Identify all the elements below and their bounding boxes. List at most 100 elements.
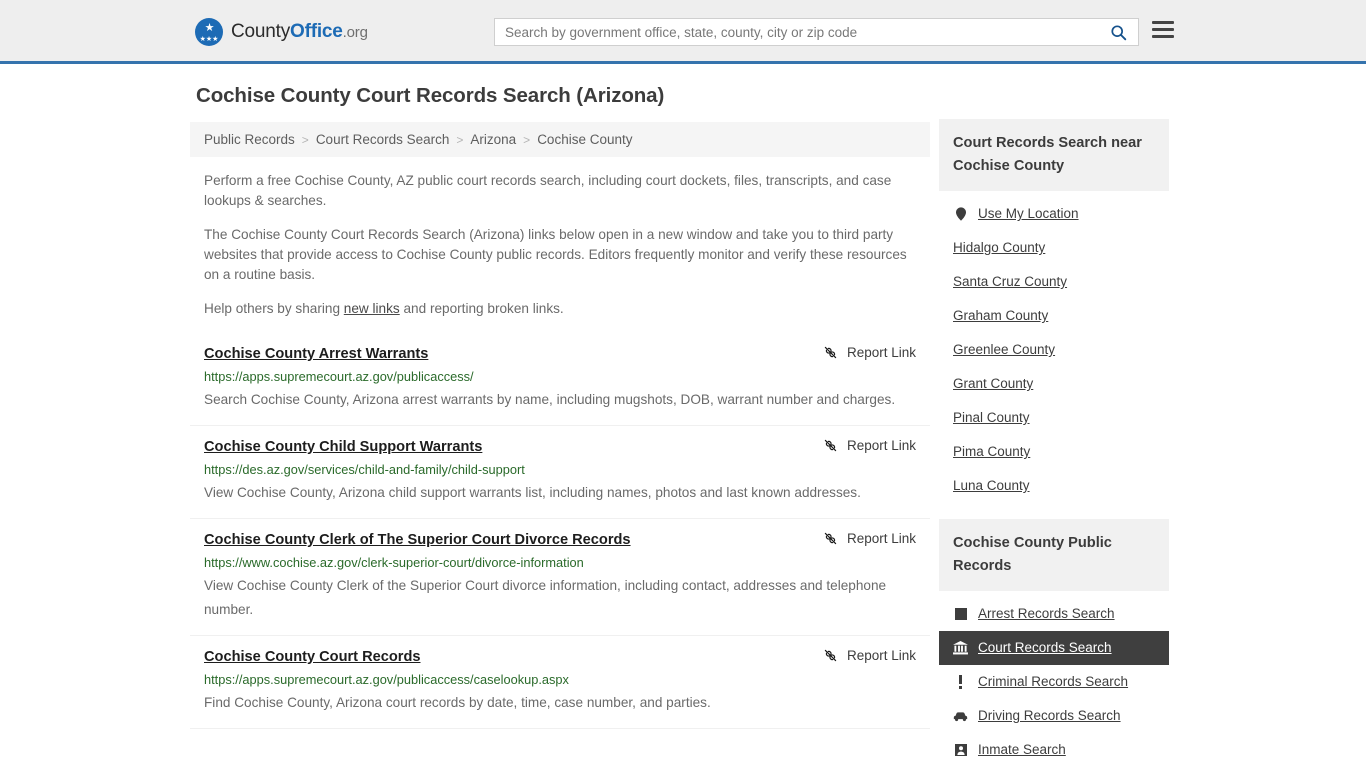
result-url[interactable]: https://www.cochise.az.gov/clerk-superio… (204, 554, 916, 571)
breadcrumb-item-court-records-search[interactable]: Court Records Search (316, 132, 450, 147)
sidebar-item-pinal-county[interactable]: Pinal County (939, 401, 1169, 435)
result-url[interactable]: https://apps.supremecourt.az.gov/publica… (204, 671, 916, 688)
intro-section: Perform a free Cochise County, AZ public… (190, 171, 930, 319)
sidebar-item-driving-records-search[interactable]: Driving Records Search (939, 699, 1169, 733)
result-header: Cochise County Arrest Warrants Report Li… (204, 344, 916, 364)
nearby-panel: Court Records Search near Cochise County… (939, 119, 1169, 503)
sidebar-item-label: Luna County (953, 478, 1030, 493)
eagle-seal-icon: ★ ★★★ (195, 18, 223, 46)
result-description: Search Cochise County, Arizona arrest wa… (204, 392, 896, 407)
breadcrumb-separator: > (301, 132, 309, 147)
inmate-icon (953, 744, 968, 756)
result-url[interactable]: https://apps.supremecourt.az.gov/publica… (204, 368, 916, 385)
result-description: View Cochise County, Arizona child suppo… (204, 485, 861, 500)
breadcrumb-item-cochise-county[interactable]: Cochise County (537, 132, 632, 147)
result-title-link[interactable]: Cochise County Arrest Warrants (204, 344, 428, 364)
search-input[interactable] (495, 19, 1098, 45)
result-title-link[interactable]: Cochise County Court Records (204, 647, 421, 667)
result-title-link[interactable]: Cochise County Clerk of The Superior Cou… (204, 530, 631, 550)
results-list: Cochise County Arrest Warrants Report Li… (190, 333, 930, 729)
broken-link-icon (824, 439, 837, 452)
car-icon (953, 711, 968, 722)
report-link-button[interactable]: Report Link (823, 530, 916, 546)
search-button[interactable] (1098, 19, 1138, 45)
sidebar-item-hidalgo-county[interactable]: Hidalgo County (939, 231, 1169, 265)
square-icon (953, 608, 968, 620)
breadcrumb-separator: > (523, 132, 531, 147)
result-title-link[interactable]: Cochise County Child Support Warrants (204, 437, 482, 457)
breadcrumb-separator: > (456, 132, 464, 147)
report-link-button[interactable]: Report Link (823, 344, 916, 360)
sidebar-item-label: Arrest Records Search (978, 606, 1115, 621)
intro-paragraph-2: The Cochise County Court Records Search … (204, 227, 907, 282)
result-item: Cochise County Clerk of The Superior Cou… (190, 519, 930, 636)
sidebar-item-inmate-search[interactable]: Inmate Search (939, 733, 1169, 767)
sidebar-item-label: Grant County (953, 376, 1034, 391)
site-header: ★ ★★★ CountyOffice.org (0, 0, 1366, 64)
search-bar[interactable] (494, 18, 1139, 46)
breadcrumb: Public Records > Court Records Search > … (190, 122, 930, 157)
sidebar: Court Records Search near Cochise County… (939, 119, 1169, 768)
sidebar-item-arrest-records-search[interactable]: Arrest Records Search (939, 597, 1169, 631)
result-item: Cochise County Court Records Report Link… (190, 636, 930, 729)
page-title: Cochise County Court Records Search (Ari… (196, 84, 665, 107)
sidebar-item-court-records-search[interactable]: Court Records Search (939, 631, 1169, 665)
sidebar-item-label: Santa Cruz County (953, 274, 1068, 289)
hamburger-menu-icon[interactable] (1152, 21, 1174, 38)
nearby-panel-list: Use My Location Hidalgo County Santa Cru… (939, 191, 1169, 503)
search-icon (1110, 24, 1126, 40)
broken-link-icon (824, 532, 837, 545)
public-records-panel-list: Arrest Records Search Court Records Sear… (939, 591, 1169, 767)
report-link-button[interactable]: Report Link (823, 437, 916, 453)
sidebar-item-label: Inmate Search (978, 742, 1066, 757)
result-item: Cochise County Arrest Warrants Report Li… (190, 333, 930, 426)
sidebar-item-label: Greenlee County (953, 342, 1056, 357)
sidebar-item-criminal-records-search[interactable]: Criminal Records Search (939, 665, 1169, 699)
new-links-link[interactable]: new links (344, 301, 400, 316)
brand-part-office: Office (290, 21, 343, 42)
sidebar-item-label: Graham County (953, 308, 1049, 323)
breadcrumb-item-public-records[interactable]: Public Records (204, 132, 295, 147)
sidebar-item-pima-county[interactable]: Pima County (939, 435, 1169, 469)
intro-paragraph-1: Perform a free Cochise County, AZ public… (204, 173, 892, 208)
result-description: Find Cochise County, Arizona court recor… (204, 695, 711, 710)
breadcrumb-item-arizona[interactable]: Arizona (470, 132, 516, 147)
brand-part-county: County (231, 21, 291, 42)
sidebar-item-greenlee-county[interactable]: Greenlee County (939, 333, 1169, 367)
sidebar-item-santa-cruz-county[interactable]: Santa Cruz County (939, 265, 1169, 299)
map-pin-icon (953, 207, 968, 221)
sidebar-item-label: Driving Records Search (978, 708, 1121, 723)
result-header: Cochise County Court Records Report Link (204, 647, 916, 667)
report-link-label: Report Link (846, 438, 916, 453)
intro-text-before: Help others by sharing (204, 301, 344, 316)
nearby-panel-heading: Court Records Search near Cochise County (939, 119, 1169, 191)
sidebar-item-luna-county[interactable]: Luna County (939, 469, 1169, 503)
intro-text-after: and reporting broken links. (399, 301, 564, 316)
public-records-panel-heading: Cochise County Public Records (939, 519, 1169, 591)
site-logo[interactable]: ★ ★★★ CountyOffice.org (195, 18, 368, 46)
sidebar-item-label: Pima County (953, 444, 1031, 459)
sidebar-item-label: Criminal Records Search (978, 674, 1129, 689)
sidebar-item-graham-county[interactable]: Graham County (939, 299, 1169, 333)
result-item: Cochise County Child Support Warrants Re… (190, 426, 930, 519)
broken-link-icon (824, 649, 837, 662)
intro-paragraph-3: Help others by sharing new links and rep… (190, 299, 930, 319)
public-records-panel: Cochise County Public Records Arrest Rec… (939, 519, 1169, 767)
courthouse-icon (953, 641, 968, 655)
result-description: View Cochise County Clerk of the Superio… (204, 578, 887, 617)
report-link-label: Report Link (846, 531, 916, 546)
exclamation-icon (953, 675, 968, 689)
report-link-button[interactable]: Report Link (823, 647, 916, 663)
brand-wordmark: CountyOffice.org (231, 21, 368, 43)
result-url[interactable]: https://des.az.gov/services/child-and-fa… (204, 461, 916, 478)
sidebar-item-label: Pinal County (953, 410, 1030, 425)
sidebar-item-use-my-location[interactable]: Use My Location (939, 197, 1169, 231)
result-header: Cochise County Child Support Warrants Re… (204, 437, 916, 457)
sidebar-item-grant-county[interactable]: Grant County (939, 367, 1169, 401)
sidebar-item-label: Court Records Search (978, 640, 1112, 655)
main-content: Cochise County Court Records Search (Ari… (190, 84, 930, 729)
broken-link-icon (824, 346, 837, 359)
report-link-label: Report Link (846, 345, 916, 360)
sidebar-item-label: Use My Location (978, 206, 1079, 221)
sidebar-item-label: Hidalgo County (953, 240, 1046, 255)
